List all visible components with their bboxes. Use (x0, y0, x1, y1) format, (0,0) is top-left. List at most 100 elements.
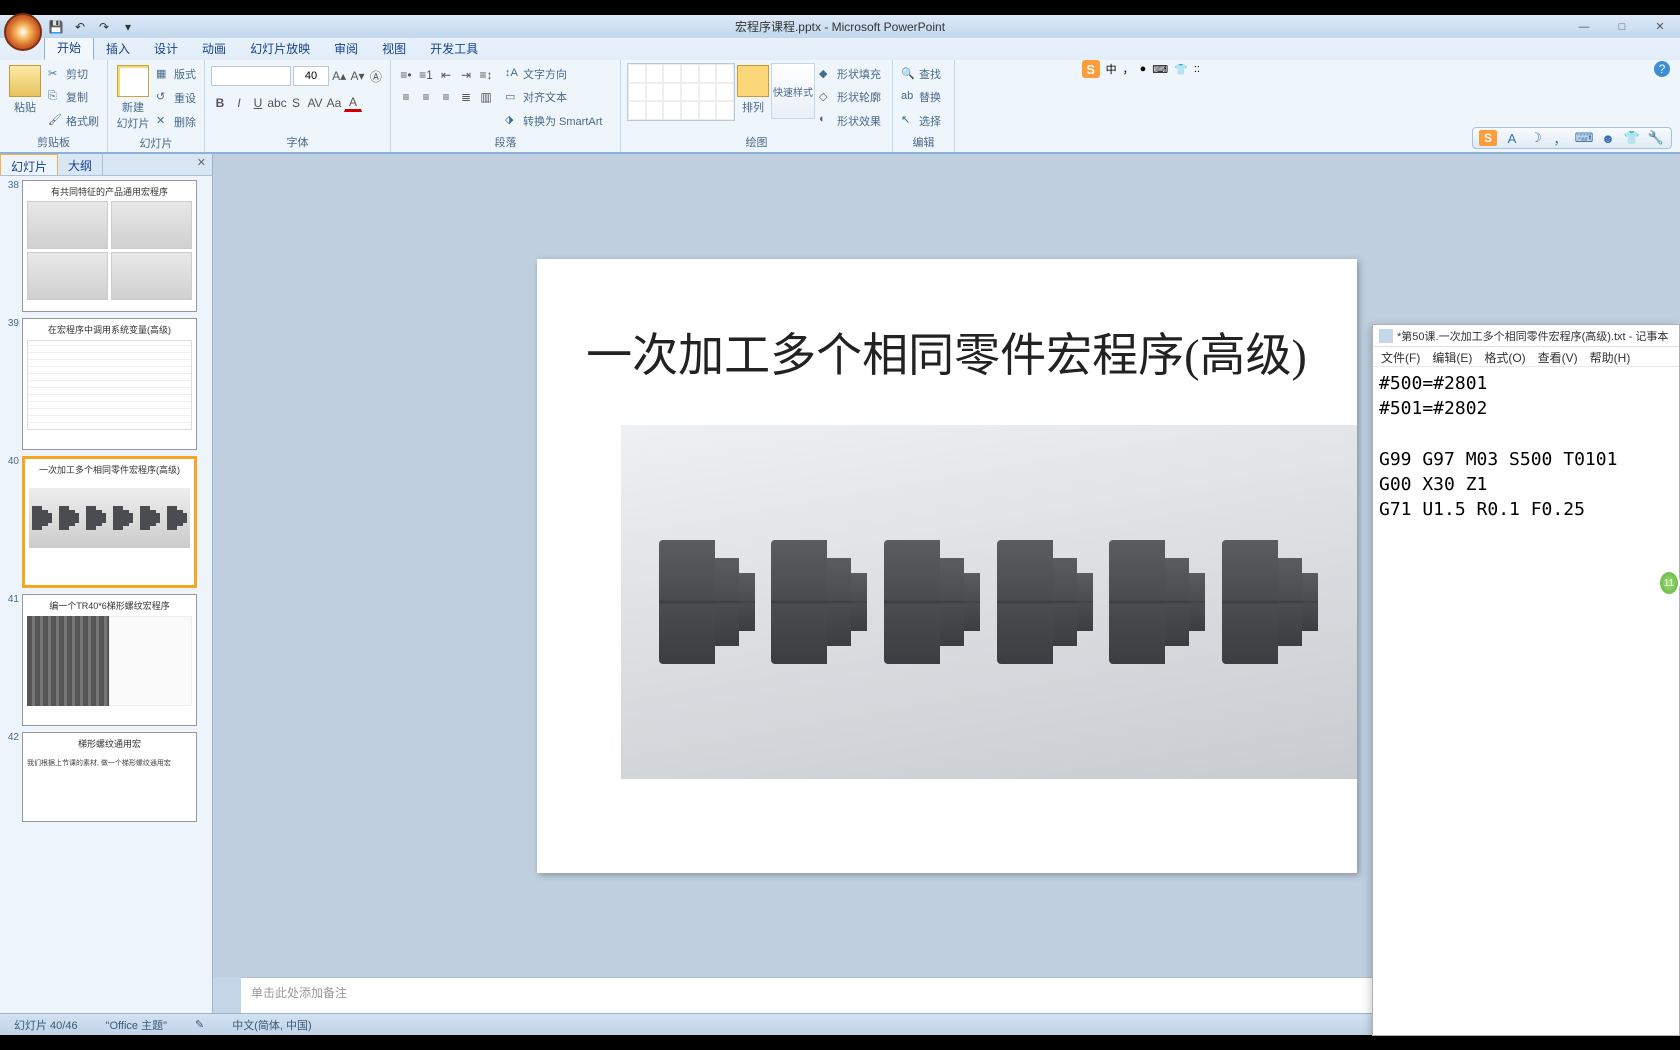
tab-slideshow[interactable]: 幻灯片放映 (238, 37, 322, 60)
find-button[interactable]: 🔍查找 (899, 65, 943, 83)
text-direction-button[interactable]: ↕A文字方向 (503, 65, 604, 83)
undo-icon[interactable]: ↶ (72, 19, 88, 35)
shape-effects-button[interactable]: ◐形状效果 (817, 112, 883, 130)
ime-shirt-icon[interactable]: 👕 (1623, 130, 1641, 146)
line-spacing-icon[interactable]: ≡↕ (477, 66, 495, 84)
indent-right-icon[interactable]: ⇥ (457, 66, 475, 84)
columns-icon[interactable]: ▥ (477, 88, 495, 106)
thumb-42[interactable]: 42 梯形螺纹通用宏 我们根据上节课的素材, 做一个梯形螺纹通用宏 (4, 732, 208, 822)
ime-mic-icon[interactable]: ● (1140, 63, 1147, 75)
panel-tab-slides[interactable]: 幻灯片 (0, 154, 58, 175)
qat-dropdown-icon[interactable]: ▾ (120, 19, 136, 35)
panel-close-icon[interactable]: ✕ (191, 154, 212, 175)
thumb-38[interactable]: 38 有共同特征的产品通用宏程序 (4, 180, 208, 312)
font-family-select[interactable] (211, 66, 291, 86)
thumb-41[interactable]: 41 编一个TR40*6梯形螺纹宏程序 (4, 594, 208, 726)
tab-view[interactable]: 视图 (370, 37, 418, 60)
tab-animation[interactable]: 动画 (190, 37, 238, 60)
slide-parts-image[interactable] (621, 425, 1357, 779)
reset-button[interactable]: ↺重设 (154, 89, 198, 107)
thumb-40[interactable]: 40 一次加工多个相同零件宏程序(高级) (4, 456, 208, 588)
notepad-content[interactable]: #500=#2801 #501=#2802 G99 G97 M03 S500 T… (1373, 367, 1679, 1035)
bold-icon[interactable]: B (211, 94, 229, 112)
paste-button[interactable]: 粘贴 (6, 63, 44, 132)
redo-icon[interactable]: ↷ (96, 19, 112, 35)
tab-insert[interactable]: 插入 (94, 37, 142, 60)
align-center-icon[interactable]: ≡ (417, 88, 435, 106)
ime-moon-icon[interactable]: ☽ (1527, 130, 1545, 146)
ime-comma-icon[interactable]: ， (1551, 130, 1569, 146)
side-badge[interactable]: 11 (1658, 570, 1680, 596)
ime-skin-icon[interactable]: 👕 (1174, 63, 1188, 76)
notepad-title-bar[interactable]: *第50课.一次加工多个相同零件宏程序(高级).txt - 记事本 (1373, 325, 1679, 347)
quick-style-button[interactable]: 快速样式 (771, 63, 815, 119)
painter-button[interactable]: 🖌格式刷 (46, 112, 101, 130)
status-slide-position: 幻灯片 40/46 (8, 1017, 84, 1033)
tab-developer[interactable]: 开发工具 (418, 37, 490, 60)
ime-menu-icon[interactable]: :: (1194, 63, 1200, 75)
align-text-button[interactable]: ▭对齐文本 (503, 88, 604, 106)
status-language[interactable]: 中文(简体, 中国) (226, 1017, 317, 1033)
justify-icon[interactable]: ≣ (457, 88, 475, 106)
ime-badge[interactable]: S (1082, 60, 1100, 78)
ime-mode[interactable]: 中 (1106, 61, 1117, 77)
arrange-button[interactable]: 排列 (737, 63, 769, 132)
tab-home[interactable]: 开始 (44, 35, 94, 60)
thumb-39[interactable]: 39 在宏程序中调用系统变量(高级) (4, 318, 208, 450)
close-button[interactable]: ✕ (1648, 18, 1672, 36)
office-button[interactable] (4, 13, 42, 51)
increase-font-icon[interactable]: A▴ (331, 67, 347, 85)
thumbnails-list[interactable]: 38 有共同特征的产品通用宏程序 39 在宏程序中调用系统变量(高级) 40 (0, 176, 212, 1013)
help-icon[interactable]: ? (1654, 61, 1670, 77)
align-left-icon[interactable]: ≡ (397, 88, 415, 106)
copy-button[interactable]: ⎘复制 (46, 88, 101, 106)
shape-fill-button[interactable]: ◆形状填充 (817, 65, 883, 83)
layout-button[interactable]: ▦版式 (154, 65, 198, 83)
clear-format-icon[interactable]: Ⓐ (368, 67, 384, 85)
bullets-icon[interactable]: ≡• (397, 66, 415, 84)
maximize-button[interactable]: □ (1610, 18, 1634, 36)
ime-punct-icon[interactable]: ， (1123, 61, 1134, 77)
group-drawing: 排列 快速样式 ◆形状填充 ◇形状轮廓 ◐形状效果 绘图 (621, 60, 893, 152)
panel-tab-outline[interactable]: 大纲 (58, 154, 103, 175)
notepad-menu-format[interactable]: 格式(O) (1484, 349, 1525, 364)
notepad-menu-file[interactable]: 文件(F) (1381, 349, 1420, 364)
ime-keyboard-icon[interactable]: ⌨ (1152, 63, 1168, 76)
notepad-menu-help[interactable]: 帮助(H) (1590, 349, 1631, 364)
tab-review[interactable]: 审阅 (322, 37, 370, 60)
ime-floating-badge[interactable]: S (1479, 130, 1497, 146)
tab-design[interactable]: 设计 (142, 37, 190, 60)
numbering-icon[interactable]: ≡1 (417, 66, 435, 84)
align-right-icon[interactable]: ≡ (437, 88, 455, 106)
slide-title[interactable]: 一次加工多个相同零件宏程序(高级) (567, 319, 1327, 385)
status-spellcheck-icon[interactable]: ✎ (189, 1018, 210, 1031)
notepad-menu-edit[interactable]: 编辑(E) (1432, 349, 1472, 364)
group-editing: 🔍查找 ab替换 ↖选择 编辑 (893, 60, 955, 152)
font-size-select[interactable] (293, 66, 329, 86)
new-slide-button[interactable]: 新建 幻灯片 (114, 63, 152, 133)
cut-button[interactable]: ✂剪切 (46, 65, 101, 83)
shape-gallery[interactable] (627, 63, 735, 121)
char-spacing-icon[interactable]: AV (306, 94, 324, 112)
change-case-icon[interactable]: Aa (325, 94, 343, 112)
current-slide[interactable]: 一次加工多个相同零件宏程序(高级) (537, 259, 1357, 873)
decrease-font-icon[interactable]: A▾ (349, 67, 365, 85)
replace-button[interactable]: ab替换 (899, 88, 943, 106)
indent-left-icon[interactable]: ⇤ (437, 66, 455, 84)
notepad-menu-view[interactable]: 查看(V) (1538, 349, 1578, 364)
smartart-button[interactable]: ⬗转换为 SmartArt (503, 112, 604, 130)
italic-icon[interactable]: I (230, 94, 248, 112)
select-button[interactable]: ↖选择 (899, 112, 943, 130)
ime-kb-icon[interactable]: ⌨ (1575, 130, 1593, 146)
shadow-icon[interactable]: S (287, 94, 305, 112)
underline-icon[interactable]: U (249, 94, 267, 112)
delete-button[interactable]: ✕删除 (154, 113, 198, 131)
ime-wrench-icon[interactable]: 🔧 (1647, 130, 1665, 146)
ime-face-icon[interactable]: ☻ (1599, 130, 1617, 146)
shape-outline-button[interactable]: ◇形状轮廓 (817, 88, 883, 106)
ime-a-icon[interactable]: A (1503, 130, 1521, 146)
minimize-button[interactable]: — (1572, 18, 1596, 36)
strike-icon[interactable]: abc (268, 94, 286, 112)
save-icon[interactable]: 💾 (48, 19, 64, 35)
font-color-icon[interactable]: A (344, 94, 362, 112)
